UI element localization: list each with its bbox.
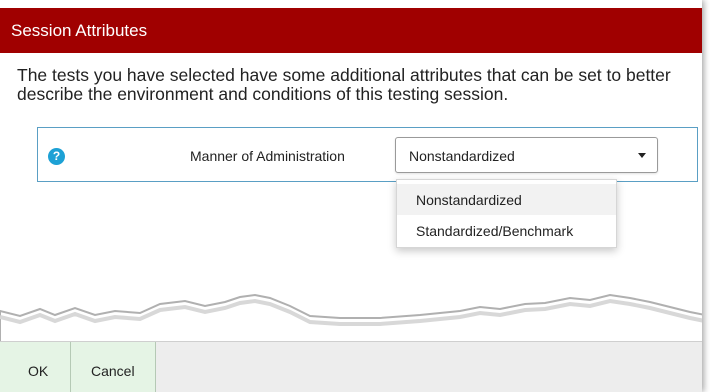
manner-of-administration-select[interactable]: Nonstandardized: [395, 137, 658, 173]
cancel-button[interactable]: Cancel: [71, 342, 156, 392]
ok-button-label: OK: [28, 363, 49, 379]
cancel-button-label: Cancel: [91, 363, 135, 379]
session-attributes-dialog: Session Attributes The tests you have se…: [0, 0, 702, 392]
dialog-description: The tests you have selected have some ad…: [17, 65, 671, 104]
attribute-label: Manner of Administration: [190, 148, 345, 164]
dialog-title-bar: Session Attributes: [0, 8, 702, 53]
option-nonstandardized[interactable]: Nonstandardized: [397, 184, 616, 215]
select-dropdown-menu: Nonstandardized Standardized/Benchmark: [396, 179, 617, 248]
caret-down-icon: [638, 153, 646, 158]
attribute-row: ? Manner of Administration Nonstandardiz…: [37, 127, 698, 182]
option-label: Nonstandardized: [416, 192, 522, 208]
select-value: Nonstandardized: [409, 148, 515, 164]
dialog-title: Session Attributes: [11, 21, 148, 40]
ok-button[interactable]: OK: [0, 342, 71, 392]
option-standardized-benchmark[interactable]: Standardized/Benchmark: [397, 215, 616, 246]
dialog-footer: OK Cancel: [0, 341, 702, 392]
option-label: Standardized/Benchmark: [416, 223, 574, 239]
question-circle-icon[interactable]: ?: [48, 148, 65, 165]
torn-edge-divider: [0, 293, 702, 348]
